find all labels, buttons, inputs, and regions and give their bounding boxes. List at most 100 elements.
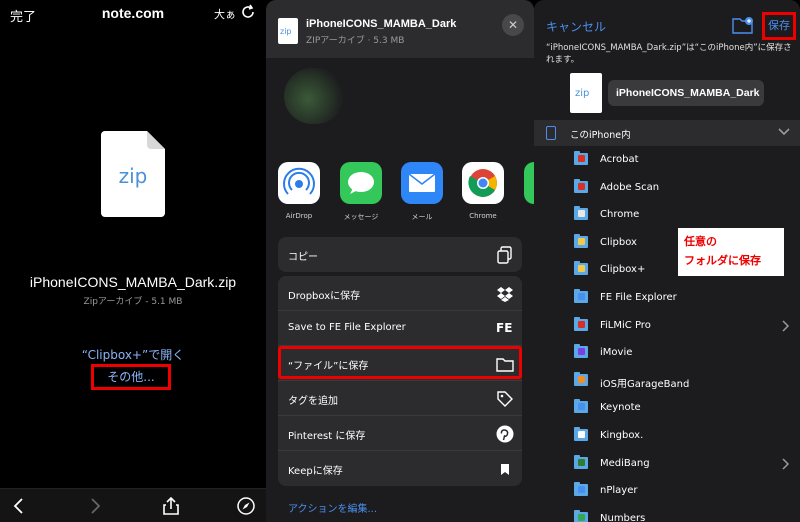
action-label: Pinterest に保存: [288, 431, 366, 442]
app-badge-icon: [578, 265, 585, 273]
folder-row[interactable]: Acrobat: [534, 147, 800, 174]
app-partial[interactable]: [524, 162, 534, 204]
folder-row[interactable]: iMovie: [534, 340, 800, 367]
iphone-icon: [546, 126, 556, 140]
folder-icon: [574, 233, 588, 248]
app-airdrop[interactable]: AirDrop: [278, 162, 320, 220]
chevron-down-icon: [778, 128, 790, 136]
new-folder-icon[interactable]: [732, 16, 754, 34]
copy-row[interactable]: コピー: [278, 237, 522, 272]
dropbox-icon: [497, 287, 513, 302]
folder-row[interactable]: Adobe Scan: [534, 175, 800, 202]
browser-top-bar: 完了 note.com 大ぁ: [0, 0, 266, 30]
folder-icon: [574, 261, 588, 276]
share-sheet-header: zip iPhoneICONS_MAMBA_Dark ZIPアーカイブ · 5.…: [266, 0, 534, 58]
folder-row[interactable]: Keynote: [534, 395, 800, 422]
annotation-line-2: フォルダに保存: [684, 254, 761, 267]
folder-icon: [574, 344, 588, 359]
folder-row[interactable]: Numbers: [534, 506, 800, 522]
folder-label: Chrome: [600, 209, 640, 221]
app-badge-icon: [578, 155, 585, 162]
app-badge-icon: [578, 486, 585, 494]
folder-icon: [574, 316, 588, 331]
browser-bottom-bar: [0, 488, 266, 522]
app-badge-icon: [578, 182, 585, 190]
compass-icon[interactable]: [237, 497, 255, 515]
copy-icon: [497, 246, 512, 264]
zip-thumbnail-icon: zip: [570, 73, 602, 113]
other-button[interactable]: その他...: [91, 364, 171, 390]
folder-row[interactable]: nPlayer: [534, 478, 800, 505]
tag-icon: [497, 391, 513, 407]
back-icon[interactable]: [10, 497, 28, 515]
folder-label: Clipbox: [600, 236, 637, 248]
zip-thumb-icon: zip: [278, 18, 298, 44]
location-row[interactable]: このiPhone内: [534, 120, 800, 146]
bookmark-icon: [501, 464, 509, 475]
zip-file-icon: zip: [101, 131, 165, 217]
actions-group: Dropboxに保存 Save to FE File Explorer FE “…: [278, 276, 522, 486]
open-in-clipbox-link[interactable]: “Clipbox+”で開く: [0, 346, 266, 363]
forward-icon[interactable]: [86, 497, 104, 515]
folder-row[interactable]: Chrome: [534, 202, 800, 229]
app-chrome[interactable]: Chrome: [462, 162, 504, 220]
edit-actions-link[interactable]: アクションを編集...: [288, 500, 377, 515]
messages-icon: [340, 162, 382, 204]
folder-row[interactable]: MediBang: [534, 451, 800, 478]
chevron-right-icon[interactable]: [782, 458, 790, 470]
close-button[interactable]: ✕: [502, 14, 524, 36]
folder-icon: [574, 289, 588, 303]
save-button[interactable]: 保存: [762, 12, 796, 40]
file-name-field[interactable]: iPhoneICONS_MAMBA_Dark: [608, 80, 764, 106]
airdrop-contact-avatar[interactable]: [284, 68, 344, 124]
annotation-line-1: 任意の: [684, 235, 717, 248]
zip-thumb-icon-text: zip: [280, 27, 292, 36]
mail-icon: [401, 162, 443, 204]
folder-row[interactable]: Kingbox.: [534, 423, 800, 450]
cancel-button[interactable]: キャンセル: [546, 18, 606, 35]
action-dropbox[interactable]: Dropboxに保存: [278, 276, 522, 311]
folder-icon: [574, 427, 588, 441]
share-title: iPhoneICONS_MAMBA_Dark: [306, 18, 457, 30]
app-badge-icon: [578, 293, 585, 300]
action-label: タグを追加: [288, 396, 338, 407]
folder-label: Numbers: [600, 512, 646, 522]
zip-thumbnail-text: zip: [575, 88, 590, 99]
folder-label: Kingbox.: [600, 430, 644, 441]
folder-icon: [574, 206, 588, 221]
text-size-button[interactable]: 大ぁ: [214, 6, 236, 22]
chevron-right-icon[interactable]: [782, 320, 790, 332]
chrome-icon: [462, 162, 504, 204]
app-badge-icon: [578, 431, 585, 438]
folder-icon: [574, 482, 588, 497]
app-label: メール: [411, 213, 433, 221]
app-badge-icon: [578, 320, 585, 328]
action-label: Keepに保存: [288, 466, 343, 477]
pinterest-icon: [496, 425, 514, 443]
folder-label: iMovie: [600, 347, 633, 359]
zip-file-icon-text: zip: [119, 164, 148, 188]
folder-label: Acrobat: [600, 154, 639, 165]
airdrop-suggestions: [266, 58, 534, 150]
copy-group: コピー: [278, 237, 522, 272]
app-mail[interactable]: メール: [401, 162, 443, 222]
browser-panel: 完了 note.com 大ぁ zip iPhoneICONS_MAMBA_Dar…: [0, 0, 266, 522]
folder-icon: [574, 454, 588, 469]
folder-row[interactable]: iOS用GarageBand: [534, 368, 800, 395]
action-keep[interactable]: Keepに保存: [278, 451, 522, 486]
action-pinterest[interactable]: Pinterest に保存: [278, 416, 522, 451]
folder-label: Adobe Scan: [600, 181, 660, 193]
folder-label: FiLMiC Pro: [600, 319, 651, 331]
folder-icon: [574, 371, 588, 386]
share-icon[interactable]: [162, 497, 180, 515]
action-fe-explorer[interactable]: Save to FE File Explorer FE: [278, 311, 522, 346]
app-messages[interactable]: メッセージ: [340, 162, 382, 222]
folder-row[interactable]: FiLMiC Pro: [534, 313, 800, 340]
app-badge-icon: [578, 513, 585, 521]
action-add-tag[interactable]: タグを追加: [278, 381, 522, 416]
location-label: このiPhone内: [570, 130, 631, 141]
action-label: Save to FE File Explorer: [288, 322, 406, 333]
folder-row[interactable]: FE File Explorer: [534, 285, 800, 312]
reload-icon[interactable]: [240, 4, 256, 20]
app-badge-icon: [578, 237, 585, 245]
